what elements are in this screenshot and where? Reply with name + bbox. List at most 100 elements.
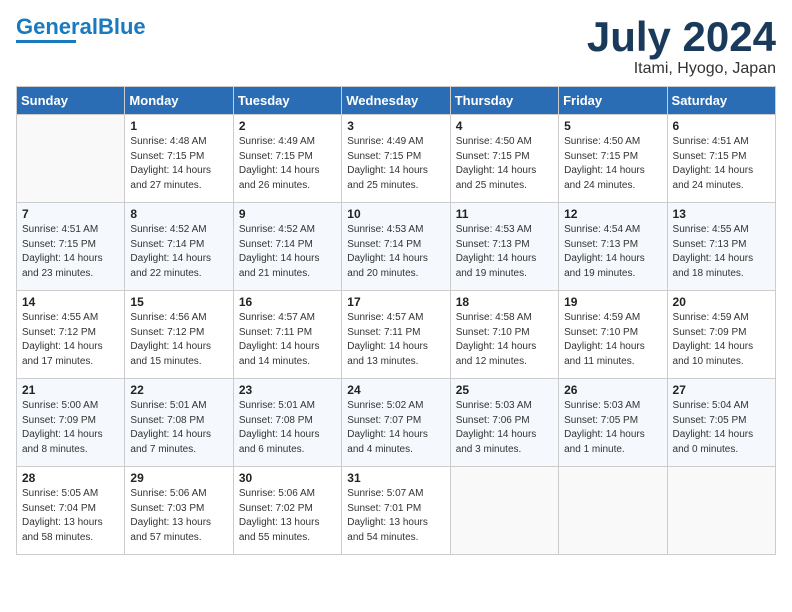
day-number: 16 bbox=[239, 295, 336, 309]
day-cell: 26Sunrise: 5:03 AM Sunset: 7:05 PM Dayli… bbox=[559, 379, 667, 467]
week-row-1: 1 Sunrise: 4:48 AM Sunset: 7:15 PM Daylig… bbox=[17, 115, 776, 203]
calendar-table: SundayMondayTuesdayWednesdayThursdayFrid… bbox=[16, 86, 776, 555]
day-number: 31 bbox=[347, 471, 444, 485]
day-cell: 22 Sunrise: 5:01 AM Sunset: 7:08 PM Dayli… bbox=[125, 379, 233, 467]
col-header-monday: Monday bbox=[125, 87, 233, 115]
day-number: 20 bbox=[673, 295, 770, 309]
day-info: Sunrise: 5:07 AM Sunset: 7:01 PM Dayligh… bbox=[347, 487, 444, 545]
day-cell: 19Sunrise: 4:59 AM Sunset: 7:10 PM Dayli… bbox=[559, 291, 667, 379]
day-number: 29 bbox=[130, 471, 227, 485]
day-number: 1 bbox=[130, 119, 227, 133]
day-number: 17 bbox=[347, 295, 444, 309]
day-cell: 17 Sunrise: 4:57 AM Sunset: 7:11 PM Dayli… bbox=[342, 291, 450, 379]
day-info: Sunrise: 4:54 AM Sunset: 7:13 PM Dayligh… bbox=[564, 223, 661, 281]
day-cell: 23 Sunrise: 5:01 AM Sunset: 7:08 PM Dayli… bbox=[233, 379, 341, 467]
day-cell: 1 Sunrise: 4:48 AM Sunset: 7:15 PM Daylig… bbox=[125, 115, 233, 203]
col-header-tuesday: Tuesday bbox=[233, 87, 341, 115]
day-number: 6 bbox=[673, 119, 770, 133]
day-info: Sunrise: 4:51 AM Sunset: 7:15 PM Dayligh… bbox=[22, 223, 119, 281]
day-cell: 16Sunrise: 4:57 AM Sunset: 7:11 PM Dayli… bbox=[233, 291, 341, 379]
day-info: Sunrise: 5:06 AM Sunset: 7:03 PM Dayligh… bbox=[130, 487, 227, 545]
day-number: 7 bbox=[22, 207, 119, 221]
day-cell: 11Sunrise: 4:53 AM Sunset: 7:13 PM Dayli… bbox=[450, 203, 558, 291]
day-info: Sunrise: 5:00 AM Sunset: 7:09 PM Dayligh… bbox=[22, 399, 119, 457]
day-info: Sunrise: 4:59 AM Sunset: 7:09 PM Dayligh… bbox=[673, 311, 770, 369]
day-info: Sunrise: 5:01 AM Sunset: 7:08 PM Dayligh… bbox=[130, 399, 227, 457]
day-cell: 18 Sunrise: 4:58 AM Sunset: 7:10 PM Dayli… bbox=[450, 291, 558, 379]
day-number: 24 bbox=[347, 383, 444, 397]
day-info: Sunrise: 4:50 AM Sunset: 7:15 PM Dayligh… bbox=[564, 135, 661, 193]
day-info: Sunrise: 4:49 AM Sunset: 7:15 PM Dayligh… bbox=[239, 135, 336, 193]
day-cell bbox=[17, 115, 125, 203]
day-number: 14 bbox=[22, 295, 119, 309]
day-number: 23 bbox=[239, 383, 336, 397]
day-cell: 27 Sunrise: 5:04 AM Sunset: 7:05 PM Dayli… bbox=[667, 379, 775, 467]
day-cell: 10 Sunrise: 4:53 AM Sunset: 7:14 PM Dayli… bbox=[342, 203, 450, 291]
day-info: Sunrise: 5:03 AM Sunset: 7:05 PM Dayligh… bbox=[564, 399, 661, 457]
day-info: Sunrise: 5:01 AM Sunset: 7:08 PM Dayligh… bbox=[239, 399, 336, 457]
col-header-saturday: Saturday bbox=[667, 87, 775, 115]
day-info: Sunrise: 4:48 AM Sunset: 7:15 PM Dayligh… bbox=[130, 135, 227, 193]
day-number: 12 bbox=[564, 207, 661, 221]
day-number: 27 bbox=[673, 383, 770, 397]
day-info: Sunrise: 5:04 AM Sunset: 7:05 PM Dayligh… bbox=[673, 399, 770, 457]
day-info: Sunrise: 5:03 AM Sunset: 7:06 PM Dayligh… bbox=[456, 399, 553, 457]
day-info: Sunrise: 4:52 AM Sunset: 7:14 PM Dayligh… bbox=[130, 223, 227, 281]
day-cell: 5 Sunrise: 4:50 AM Sunset: 7:15 PM Daylig… bbox=[559, 115, 667, 203]
day-number: 2 bbox=[239, 119, 336, 133]
logo-underline bbox=[16, 40, 76, 43]
day-info: Sunrise: 4:55 AM Sunset: 7:12 PM Dayligh… bbox=[22, 311, 119, 369]
day-number: 18 bbox=[456, 295, 553, 309]
day-cell: 6 Sunrise: 4:51 AM Sunset: 7:15 PM Daylig… bbox=[667, 115, 775, 203]
week-row-5: 28Sunrise: 5:05 AM Sunset: 7:04 PM Dayli… bbox=[17, 467, 776, 555]
day-info: Sunrise: 4:52 AM Sunset: 7:14 PM Dayligh… bbox=[239, 223, 336, 281]
day-info: Sunrise: 5:06 AM Sunset: 7:02 PM Dayligh… bbox=[239, 487, 336, 545]
week-row-3: 14 Sunrise: 4:55 AM Sunset: 7:12 PM Dayli… bbox=[17, 291, 776, 379]
header-row: SundayMondayTuesdayWednesdayThursdayFrid… bbox=[17, 87, 776, 115]
day-info: Sunrise: 4:55 AM Sunset: 7:13 PM Dayligh… bbox=[673, 223, 770, 281]
day-info: Sunrise: 4:49 AM Sunset: 7:15 PM Dayligh… bbox=[347, 135, 444, 193]
col-header-thursday: Thursday bbox=[450, 87, 558, 115]
day-cell: 29 Sunrise: 5:06 AM Sunset: 7:03 PM Dayli… bbox=[125, 467, 233, 555]
day-cell bbox=[667, 467, 775, 555]
day-cell: 3 Sunrise: 4:49 AM Sunset: 7:15 PM Daylig… bbox=[342, 115, 450, 203]
day-number: 3 bbox=[347, 119, 444, 133]
day-info: Sunrise: 4:50 AM Sunset: 7:15 PM Dayligh… bbox=[456, 135, 553, 193]
col-header-sunday: Sunday bbox=[17, 87, 125, 115]
day-number: 28 bbox=[22, 471, 119, 485]
day-cell: 24 Sunrise: 5:02 AM Sunset: 7:07 PM Dayli… bbox=[342, 379, 450, 467]
day-info: Sunrise: 4:58 AM Sunset: 7:10 PM Dayligh… bbox=[456, 311, 553, 369]
day-cell bbox=[450, 467, 558, 555]
day-number: 30 bbox=[239, 471, 336, 485]
day-cell: 9 Sunrise: 4:52 AM Sunset: 7:14 PM Daylig… bbox=[233, 203, 341, 291]
header: GeneralBlue July 2024 Itami, Hyogo, Japa… bbox=[16, 16, 776, 78]
day-number: 5 bbox=[564, 119, 661, 133]
day-number: 22 bbox=[130, 383, 227, 397]
col-header-friday: Friday bbox=[559, 87, 667, 115]
day-number: 13 bbox=[673, 207, 770, 221]
col-header-wednesday: Wednesday bbox=[342, 87, 450, 115]
day-cell: 15Sunrise: 4:56 AM Sunset: 7:12 PM Dayli… bbox=[125, 291, 233, 379]
day-number: 11 bbox=[456, 207, 553, 221]
day-info: Sunrise: 4:53 AM Sunset: 7:14 PM Dayligh… bbox=[347, 223, 444, 281]
day-cell: 2 Sunrise: 4:49 AM Sunset: 7:15 PM Daylig… bbox=[233, 115, 341, 203]
day-cell: 12 Sunrise: 4:54 AM Sunset: 7:13 PM Dayli… bbox=[559, 203, 667, 291]
logo-general: General bbox=[16, 14, 98, 39]
day-info: Sunrise: 4:51 AM Sunset: 7:15 PM Dayligh… bbox=[673, 135, 770, 193]
month-year: July 2024 bbox=[587, 16, 776, 58]
logo: GeneralBlue bbox=[16, 16, 146, 43]
day-info: Sunrise: 4:57 AM Sunset: 7:11 PM Dayligh… bbox=[347, 311, 444, 369]
day-number: 10 bbox=[347, 207, 444, 221]
day-cell: 25 Sunrise: 5:03 AM Sunset: 7:06 PM Dayli… bbox=[450, 379, 558, 467]
day-cell: 31 Sunrise: 5:07 AM Sunset: 7:01 PM Dayli… bbox=[342, 467, 450, 555]
day-info: Sunrise: 4:59 AM Sunset: 7:10 PM Dayligh… bbox=[564, 311, 661, 369]
location: Itami, Hyogo, Japan bbox=[587, 60, 776, 78]
day-number: 8 bbox=[130, 207, 227, 221]
day-info: Sunrise: 5:02 AM Sunset: 7:07 PM Dayligh… bbox=[347, 399, 444, 457]
day-cell: 21Sunrise: 5:00 AM Sunset: 7:09 PM Dayli… bbox=[17, 379, 125, 467]
day-cell: 13 Sunrise: 4:55 AM Sunset: 7:13 PM Dayli… bbox=[667, 203, 775, 291]
day-cell: 30 Sunrise: 5:06 AM Sunset: 7:02 PM Dayli… bbox=[233, 467, 341, 555]
day-number: 25 bbox=[456, 383, 553, 397]
day-cell: 4Sunrise: 4:50 AM Sunset: 7:15 PM Daylig… bbox=[450, 115, 558, 203]
day-number: 9 bbox=[239, 207, 336, 221]
